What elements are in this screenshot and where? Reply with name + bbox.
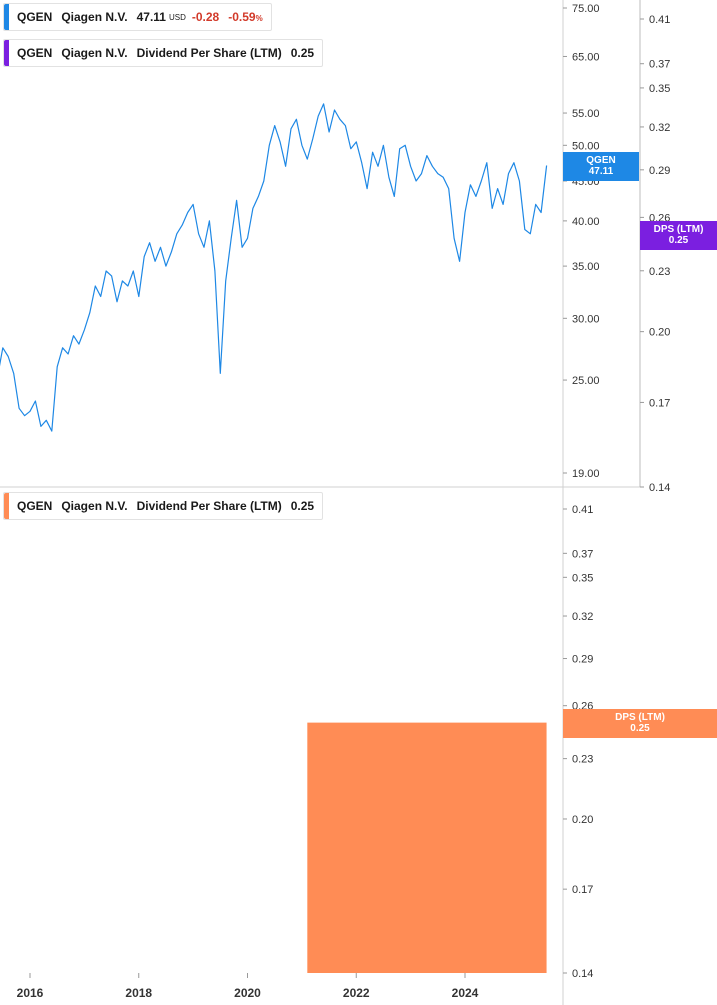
x-tick-label: 2024 — [452, 986, 479, 1000]
legend-value: 0.25 — [290, 499, 315, 513]
dps-legend-top[interactable]: QGEN Qiagen N.V. Dividend Per Share (LTM… — [3, 39, 324, 67]
legend-ticker: QGEN — [17, 499, 53, 513]
price-tick-label: 65.00 — [572, 51, 600, 63]
dps-bottom-tick-label: 0.20 — [572, 814, 593, 826]
dps-tick-label: 0.41 — [649, 14, 670, 26]
legend-value: 0.25 — [290, 46, 315, 60]
price-legend-swatch — [4, 4, 9, 30]
price-tick-label: 25.00 — [572, 375, 600, 387]
dps-legend-bottom[interactable]: QGEN Qiagen N.V. Dividend Per Share (LTM… — [3, 492, 324, 520]
dps-tag-top-value: 0.25 — [668, 235, 689, 246]
price-tick-label: 19.00 — [572, 468, 600, 480]
price-series-line — [0, 103, 548, 432]
dps-legend-top-swatch — [4, 40, 9, 66]
dps-bottom-tick-label: 0.41 — [572, 504, 593, 516]
dps-bottom-tick-label: 0.14 — [572, 968, 593, 980]
dps-tag-top: DPS (LTM) 0.25 — [640, 221, 717, 250]
legend-metric: Dividend Per Share (LTM) — [136, 499, 282, 513]
price-tick-label: 55.00 — [572, 108, 600, 120]
dps-tick-label: 0.29 — [649, 165, 670, 177]
dps-tick-label: 0.20 — [649, 327, 670, 339]
dps-bottom-tick-label: 0.35 — [572, 572, 593, 584]
dps-tick-label: 0.37 — [649, 59, 670, 71]
price-tick-label: 35.00 — [572, 261, 600, 273]
dps-bottom-tick-label: 0.17 — [572, 884, 593, 896]
legend-price: 47.11 — [136, 10, 166, 24]
dps-bottom-tick-label: 0.29 — [572, 654, 593, 666]
price-tag: QGEN 47.11 — [563, 152, 639, 181]
x-tick-label: 2018 — [125, 986, 152, 1000]
x-tick-label: 2016 — [17, 986, 44, 1000]
legend-ticker: QGEN — [17, 10, 53, 24]
legend-company-name: Qiagen N.V. — [61, 499, 128, 513]
dps-tick-label: 0.35 — [649, 83, 670, 95]
dps-tag-bottom: DPS (LTM) 0.25 — [563, 709, 717, 738]
legend-metric: Dividend Per Share (LTM) — [136, 46, 282, 60]
dps-tick-label: 0.14 — [649, 482, 670, 494]
dps-area — [307, 722, 547, 973]
price-tick-label: 75.00 — [572, 3, 600, 15]
price-tick-label: 40.00 — [572, 216, 600, 228]
legend-change-pct-value: -0.59 — [228, 10, 256, 24]
dps-bottom-tick-label: 0.32 — [572, 611, 593, 623]
price-tick-label: 30.00 — [572, 313, 600, 325]
dps-bottom-tick-label: 0.23 — [572, 754, 593, 766]
x-tick-label: 2022 — [343, 986, 370, 1000]
price-tag-ticker: QGEN — [586, 155, 616, 166]
legend-currency: USD — [168, 12, 186, 22]
dps-tag-bottom-value: 0.25 — [630, 723, 650, 734]
dps-tick-label: 0.17 — [649, 397, 670, 409]
dps-legend-bottom-swatch — [4, 493, 9, 519]
legend-change: -0.28 — [191, 10, 220, 24]
dps-tag-bottom-label: DPS (LTM) — [615, 712, 665, 723]
dps-tick-label: 0.23 — [649, 266, 670, 278]
legend-company-name: Qiagen N.V. — [61, 10, 128, 24]
dps-bottom-tick-label: 0.37 — [572, 548, 593, 560]
dps-tag-top-label: DPS (LTM) — [653, 224, 704, 235]
price-tag-value: 47.11 — [588, 166, 614, 177]
legend-pct-sign: % — [255, 14, 263, 23]
legend-change-pct: -0.59% — [228, 10, 262, 24]
x-tick-label: 2020 — [234, 986, 261, 1000]
price-legend[interactable]: QGEN Qiagen N.V. 47.11 USD -0.28 -0.59% — [3, 3, 272, 31]
dps-tick-label: 0.32 — [649, 122, 670, 134]
legend-company-name: Qiagen N.V. — [61, 46, 128, 60]
legend-ticker: QGEN — [17, 46, 53, 60]
price-tick-label: 50.00 — [572, 140, 600, 152]
